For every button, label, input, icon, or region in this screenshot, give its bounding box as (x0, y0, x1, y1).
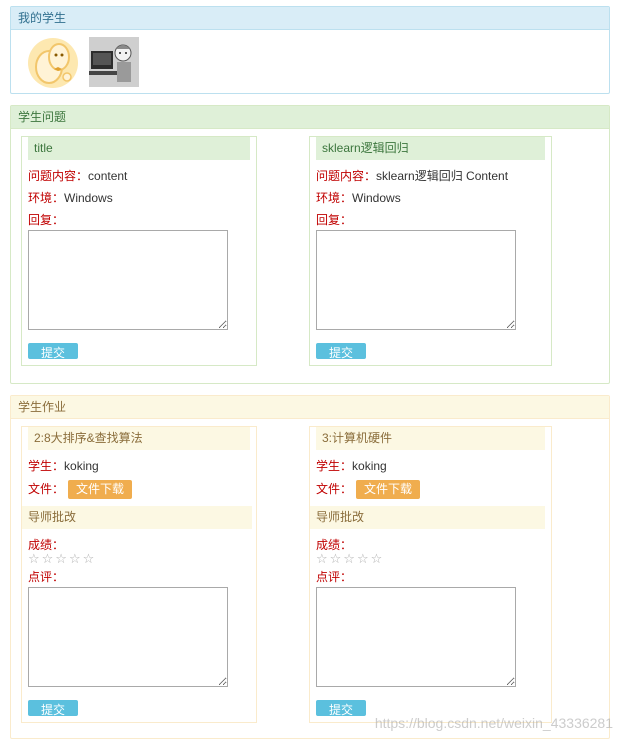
question-card: title 问题内容：content 环境：Windows 回复： 提交 (21, 136, 257, 366)
question-env-value: Windows (352, 191, 401, 205)
question-content-value: sklearn逻辑回归 Content (376, 169, 509, 183)
homework-file-row: 文件： 文件下载 (28, 479, 133, 499)
review-title: 导师批改 (22, 506, 252, 529)
question-env-value: Windows (64, 191, 113, 205)
question-content-row: 问题内容：sklearn逻辑回归 Content (316, 168, 508, 184)
submit-review-button[interactable]: 提交 (316, 700, 366, 716)
submit-reply-button[interactable]: 提交 (316, 343, 366, 359)
reply-label: 回复： (28, 213, 65, 227)
homework-student-label: 学生： (316, 459, 353, 473)
question-content-label: 问题内容： (28, 169, 89, 183)
comment-label-row: 点评： (28, 569, 64, 585)
homework-student-value: koking (64, 459, 99, 473)
reply-textarea[interactable] (28, 230, 228, 330)
my-students-title: 我的学生 (11, 7, 609, 30)
homework-file-label: 文件： (28, 482, 65, 496)
student-homework-panel: 学生作业 2:8大排序&查找算法 学生：koking 文件： 文件下载 导师批改 … (10, 395, 610, 739)
question-env-label: 环境： (316, 191, 353, 205)
reply-label: 回复： (316, 213, 353, 227)
score-star-rating[interactable]: ☆☆☆☆☆ (28, 551, 96, 567)
score-star-rating[interactable]: ☆☆☆☆☆ (316, 551, 384, 567)
review-title: 导师批改 (310, 506, 545, 529)
homework-card: 2:8大排序&查找算法 学生：koking 文件： 文件下载 导师批改 成绩： ☆… (21, 426, 257, 723)
score-label: 成绩： (316, 538, 353, 552)
comment-textarea[interactable] (316, 587, 516, 687)
question-title: title (28, 137, 250, 160)
student-homework-title: 学生作业 (11, 396, 609, 419)
file-download-button[interactable]: 文件下载 (68, 480, 133, 499)
submit-reply-button[interactable]: 提交 (28, 343, 78, 359)
question-card: sklearn逻辑回归 问题内容：sklearn逻辑回归 Content 环境：… (309, 136, 552, 366)
watermark: https://blog.csdn.net/weixin_43336281 (374, 715, 613, 731)
question-content-value: content (88, 169, 128, 183)
homework-student-value: koking (352, 459, 387, 473)
homework-file-row: 文件： 文件下载 (316, 479, 421, 499)
homework-student-row: 学生：koking (28, 458, 99, 474)
homework-student-row: 学生：koking (316, 458, 387, 474)
student-avatar-1[interactable] (27, 37, 79, 89)
homework-student-label: 学生： (28, 459, 65, 473)
question-env-label: 环境： (28, 191, 65, 205)
student-questions-panel: 学生问题 title 问题内容：content 环境：Windows 回复： 提… (10, 105, 610, 384)
question-title: sklearn逻辑回归 (316, 137, 545, 160)
question-env-row: 环境：Windows (316, 190, 401, 206)
comment-label: 点评： (28, 570, 65, 584)
reply-textarea[interactable] (316, 230, 516, 330)
comment-label-row: 点评： (316, 569, 352, 585)
student-questions-title: 学生问题 (11, 106, 609, 129)
question-content-label: 问题内容： (316, 169, 377, 183)
homework-card: 3:计算机硬件 学生：koking 文件： 文件下载 导师批改 成绩： ☆☆☆☆☆… (309, 426, 552, 723)
submit-review-button[interactable]: 提交 (28, 700, 78, 716)
comment-label: 点评： (316, 570, 353, 584)
comment-textarea[interactable] (28, 587, 228, 687)
reply-label-row: 回复： (316, 212, 352, 228)
my-students-panel: 我的学生 (10, 6, 610, 94)
homework-title: 3:计算机硬件 (316, 427, 545, 450)
homework-file-label: 文件： (316, 482, 353, 496)
reply-label-row: 回复： (28, 212, 64, 228)
homework-title: 2:8大排序&查找算法 (28, 427, 250, 450)
question-content-row: 问题内容：content (28, 168, 127, 184)
file-download-button[interactable]: 文件下载 (356, 480, 421, 499)
student-avatar-2[interactable] (89, 37, 139, 87)
score-label: 成绩： (28, 538, 65, 552)
question-env-row: 环境：Windows (28, 190, 113, 206)
